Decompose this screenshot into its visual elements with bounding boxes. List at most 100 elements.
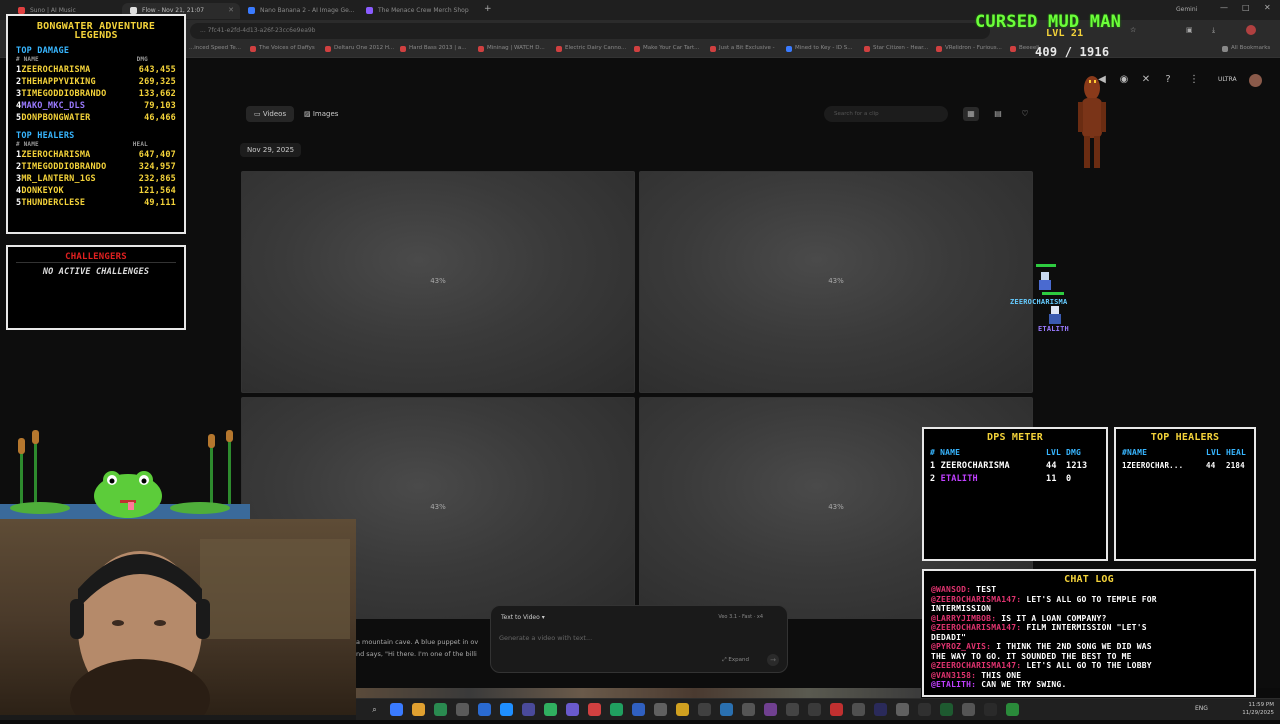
bookmark-item[interactable]: Mined to Key - ID S... <box>786 45 852 52</box>
taskbar-app-icon[interactable] <box>456 703 469 716</box>
chat-text: FILM INTERMISSION "LET'S <box>1026 623 1147 632</box>
taskbar-app-icon[interactable] <box>852 703 865 716</box>
taskbar-app-icon[interactable] <box>786 703 799 716</box>
clock[interactable]: 11:59 PM 11/29/2025 <box>1232 701 1274 717</box>
taskbar-app-icon[interactable] <box>764 703 777 716</box>
discord-icon[interactable]: ◉ <box>1118 74 1130 86</box>
search-icon[interactable]: ⌕ <box>368 703 381 716</box>
browser-tab[interactable]: The Menace Crew Merch Shop <box>358 3 476 19</box>
taskbar-app-icon[interactable] <box>500 703 513 716</box>
download-icon[interactable]: ⤓ <box>1212 26 1215 35</box>
bookmark-item[interactable]: ...inced Speed Te... <box>180 45 241 52</box>
expand-button[interactable]: ⤢ Expand <box>722 657 749 664</box>
chat-log: CHAT LOG @WANSOD: TEST @ZEEROCHARISMA147:… <box>922 569 1256 697</box>
divider <box>16 262 176 263</box>
taskbar-app-icon[interactable] <box>478 703 491 716</box>
dps-meter: DPS METER # NAME LVL DMG 1 ZEEROCHARISMA… <box>922 427 1108 561</box>
taskbar-app-icon[interactable] <box>434 703 447 716</box>
bookmark-item[interactable]: Electric Dairy Canno... <box>556 45 626 52</box>
extensions-icon[interactable]: ▣ <box>1186 26 1193 34</box>
chat-username: @PYROZ_AVIS: <box>931 642 992 651</box>
video-icon: ▭ <box>254 110 263 118</box>
mud-man-sprite <box>1078 76 1106 168</box>
model-selector[interactable]: Veo 3.1 - Fast · x4 <box>718 614 763 620</box>
chat-username: @LARRYJIMBOB: <box>931 613 997 623</box>
profile-avatar[interactable] <box>1246 25 1256 35</box>
bookmark-item[interactable]: Star Citizen - Hear... <box>864 45 928 52</box>
taskbar-app-icon[interactable] <box>698 703 711 716</box>
mode-dropdown[interactable]: Text to Video ▾ <box>501 614 545 621</box>
grid-view-icon[interactable]: ▦ <box>963 107 979 121</box>
tab-images[interactable]: ▨ Images <box>296 106 346 122</box>
taskbar-app-icon[interactable] <box>412 703 425 716</box>
video-card[interactable]: 43% <box>639 171 1033 393</box>
maximize-icon[interactable]: □ <box>1242 3 1250 12</box>
language-indicator[interactable]: ENG <box>1195 705 1208 712</box>
profile-label[interactable]: Gemini <box>1176 6 1197 13</box>
more-icon[interactable]: ⋮ <box>1188 74 1200 86</box>
health-bar <box>1036 264 1056 267</box>
taskbar-app-icon[interactable] <box>632 703 645 716</box>
search-input[interactable]: Search for a clip <box>824 106 948 122</box>
bookmark-item[interactable]: Hard Bass 2013 | a... <box>400 45 467 52</box>
flow-icon <box>130 7 137 14</box>
dps-meter-title: DPS METER <box>987 432 1043 443</box>
suno-icon <box>18 7 25 14</box>
taskbar-app-icon[interactable] <box>742 703 755 716</box>
taskbar-app-icon[interactable] <box>588 703 601 716</box>
chat-message: @ZEEROCHARISMA147: LET'S ALL GO TO TEMPL… <box>931 595 1251 605</box>
taskbar-app-icon[interactable] <box>522 703 535 716</box>
chat-message: @PYROZ_AVIS: I THINK THE 2ND SONG WE DID… <box>931 642 1251 652</box>
url-field[interactable]: ... 7fc41-e2fd-4d13-a26f-23cc6e9ea9b <box>190 23 990 39</box>
taskbar-app-icon[interactable] <box>566 703 579 716</box>
close-window-icon[interactable]: ✕ <box>1264 3 1271 12</box>
bookmark-item[interactable]: Deltaru One 2012 H... <box>325 45 394 52</box>
webcam-feed <box>0 519 356 724</box>
taskbar-app-icon[interactable] <box>808 703 821 716</box>
bookmark-item[interactable]: VRelidron - Furious... <box>936 45 1002 52</box>
taskbar-app-icon[interactable] <box>720 703 733 716</box>
bookmark-item[interactable]: Mininag | WATCH D... <box>478 45 545 52</box>
table-header: # NAME DMG <box>16 56 148 63</box>
taskbar-app-icon[interactable] <box>1006 703 1019 716</box>
taskbar-app-icon[interactable] <box>390 703 403 716</box>
taskbar-app-icon[interactable] <box>610 703 623 716</box>
new-tab-icon[interactable]: + <box>484 4 492 14</box>
chat-message: THE WAY TO GO. IT SOUNDED THE BEST TO ME <box>931 652 1251 662</box>
bookmark-item[interactable]: The Voices of Daffys <box>250 45 315 52</box>
bookmark-item[interactable]: Make Your Car Tart... <box>634 45 699 52</box>
date-group-label: Nov 29, 2025 <box>240 143 302 157</box>
taskbar-app-icon[interactable] <box>984 703 997 716</box>
chat-username: @ETALITH: <box>931 680 977 689</box>
taskbar-app-icon[interactable] <box>962 703 975 716</box>
favorites-icon[interactable]: ♡ <box>1017 107 1033 121</box>
user-avatar[interactable] <box>1249 74 1262 87</box>
taskbar-app-icon[interactable] <box>874 703 887 716</box>
chat-message: @LARRYJIMBOB: IS IT A LOAN COMPANY? <box>931 614 1251 624</box>
minimize-icon[interactable]: — <box>1220 3 1228 12</box>
star-icon[interactable]: ☆ <box>1130 26 1136 34</box>
all-bookmarks[interactable]: All Bookmarks <box>1222 45 1270 52</box>
help-icon[interactable]: ? <box>1162 74 1174 86</box>
chat-text: TEST <box>976 585 997 594</box>
chat-message: @WANSOD: TEST <box>931 585 1251 595</box>
taskbar-app-icon[interactable] <box>940 703 953 716</box>
list-view-icon[interactable]: ▤ <box>990 107 1006 121</box>
close-tab-icon[interactable]: ✕ <box>228 6 234 14</box>
chat-text: DEDADI" <box>931 632 967 642</box>
table-header: #NAME LVL HEAL <box>1122 448 1247 457</box>
video-card[interactable]: 43% <box>241 171 635 393</box>
send-button[interactable]: → <box>767 654 779 666</box>
taskbar-app-icon[interactable] <box>676 703 689 716</box>
taskbar-app-icon[interactable] <box>654 703 667 716</box>
browser-tab[interactable]: Nano Banana 2 - AI Image Ge... <box>240 3 358 19</box>
challengers-panel: CHALLENGERS NO ACTIVE CHALLENGES <box>6 245 186 330</box>
bookmark-item[interactable]: Just a Bit Exclusive - <box>710 45 775 52</box>
taskbar-app-icon[interactable] <box>918 703 931 716</box>
taskbar-app-icon[interactable] <box>830 703 843 716</box>
prompt-input[interactable]: Generate a video with text... <box>499 634 592 642</box>
x-icon[interactable]: ✕ <box>1140 74 1152 86</box>
tab-videos[interactable]: ▭ Videos <box>246 106 295 122</box>
taskbar-app-icon[interactable] <box>544 703 557 716</box>
taskbar-app-icon[interactable] <box>896 703 909 716</box>
